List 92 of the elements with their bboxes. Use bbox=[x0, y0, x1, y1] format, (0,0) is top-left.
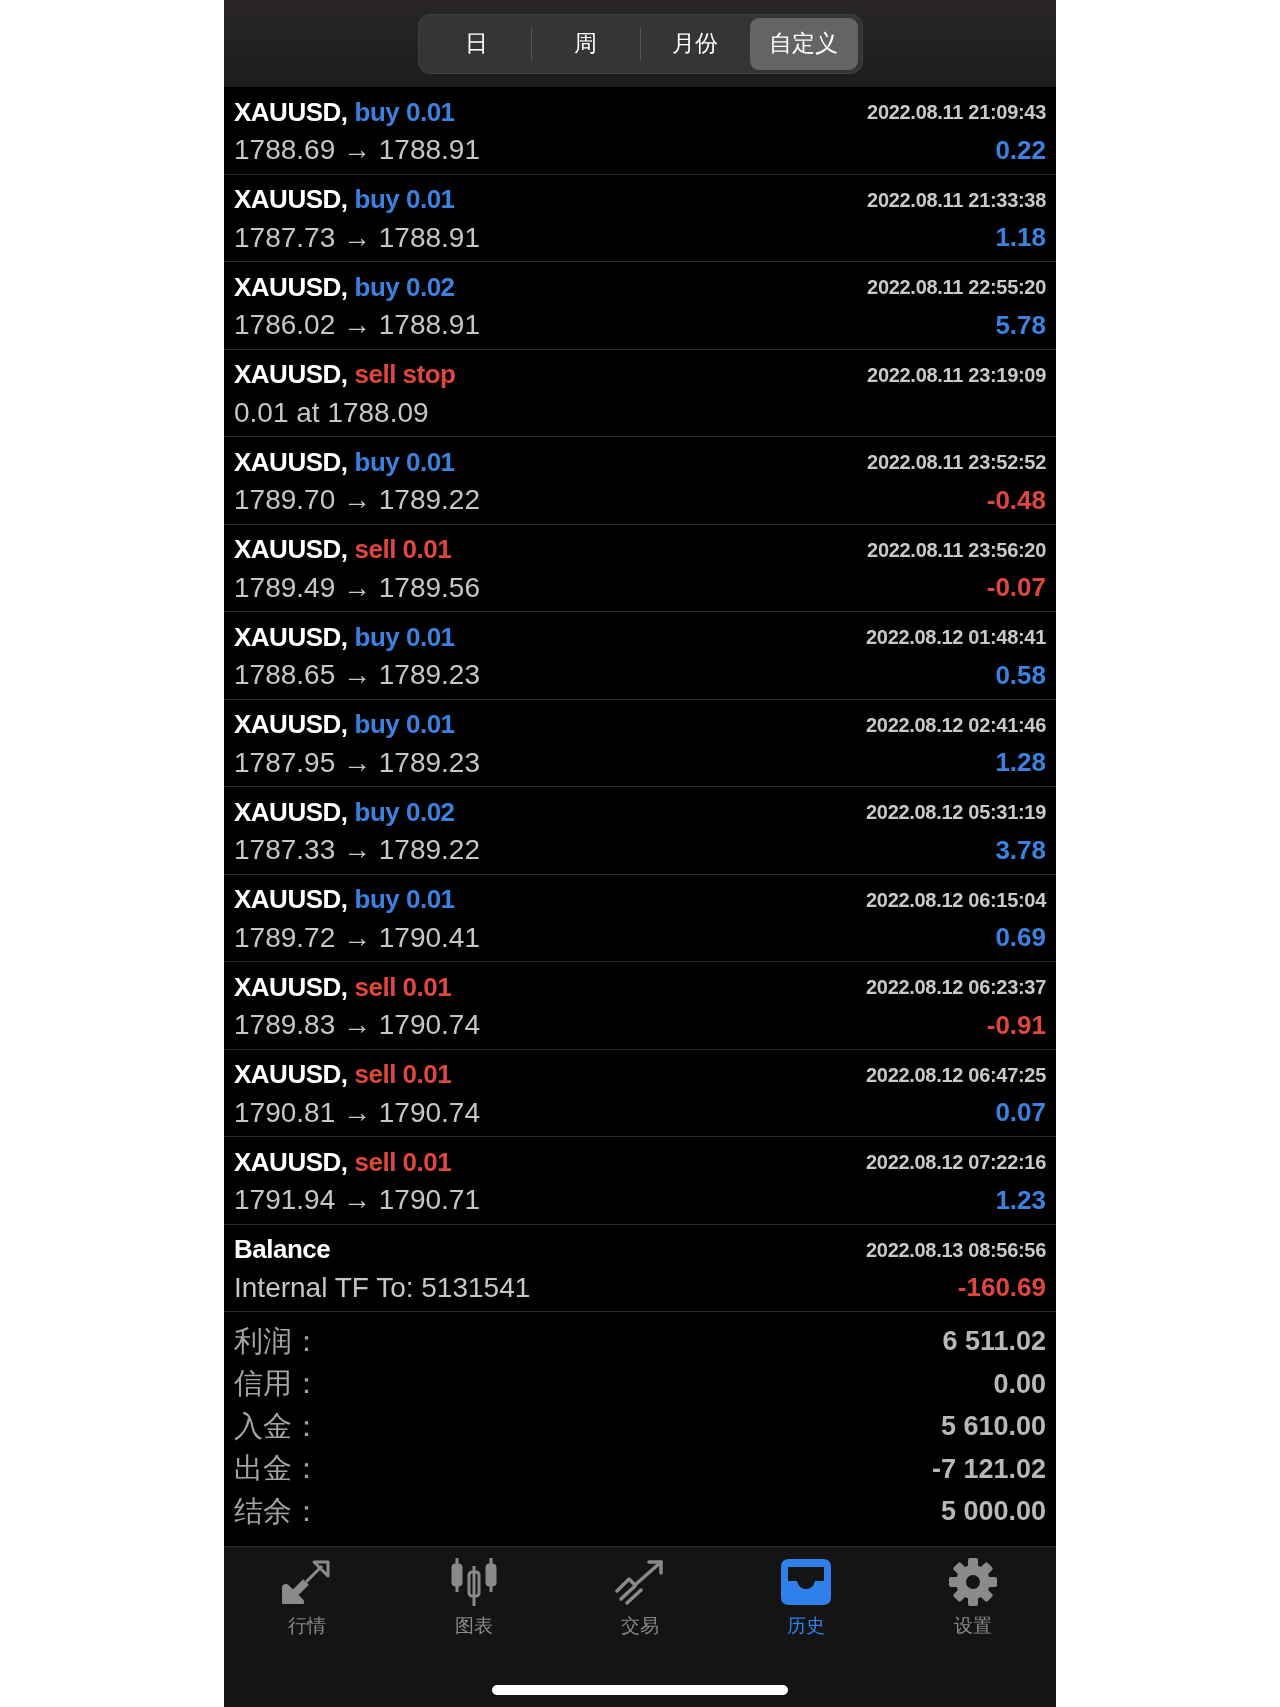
bottom-tab[interactable]: 设置 bbox=[942, 1557, 1003, 1637]
deal-detail: 1789.49 → 1789.56 bbox=[234, 570, 480, 605]
period-tab[interactable]: 自定义 bbox=[749, 17, 858, 70]
summary-label: 入金： bbox=[234, 1408, 321, 1444]
summary-label: 信用： bbox=[234, 1366, 321, 1401]
deal-detail: 1789.72 → 1790.41 bbox=[234, 920, 480, 955]
diagonal-arrows-icon bbox=[282, 1560, 333, 1604]
order-type-label: buy 0.01 bbox=[354, 708, 455, 741]
deal-time: 2022.08.11 22:55:20 bbox=[867, 275, 1046, 300]
deal-detail: 1787.95 → 1789.23 bbox=[234, 745, 480, 780]
summary-value: 5 610.00 bbox=[940, 1410, 1046, 1443]
summary-label: 利润： bbox=[234, 1323, 321, 1359]
bottom-tab[interactable]: 图表 bbox=[442, 1557, 505, 1637]
deal-time: 2022.08.12 02:41:46 bbox=[866, 712, 1046, 738]
balance-title: Balance bbox=[234, 1233, 331, 1266]
deal-detail: 1788.65 → 1789.23 bbox=[234, 658, 480, 692]
deal-detail: 0.01 at 1788.09 bbox=[234, 395, 429, 430]
symbol-label: XAUUSD, bbox=[234, 1145, 348, 1179]
symbol-label: XAUUSD, bbox=[234, 883, 348, 916]
deal-time: 2022.08.12 06:23:37 bbox=[866, 975, 1046, 1000]
order-type-label: buy 0.01 bbox=[354, 183, 455, 216]
order-type-label: sell 0.01 bbox=[354, 1058, 452, 1091]
bottom-tab[interactable]: 行情 bbox=[276, 1557, 339, 1637]
profit-value: 5.78 bbox=[995, 308, 1046, 342]
profit-value: 1.28 bbox=[995, 746, 1046, 779]
deal-time: 2022.08.13 08:56:56 bbox=[866, 1237, 1046, 1263]
symbol-label: XAUUSD, bbox=[234, 795, 348, 829]
deal-detail: Internal TF To: 5131541 bbox=[234, 1270, 531, 1305]
candlestick-icon bbox=[448, 1558, 499, 1606]
profit-value: -0.91 bbox=[986, 1008, 1046, 1042]
profit-value: -0.07 bbox=[986, 571, 1046, 604]
deal-time: 2022.08.11 23:56:20 bbox=[867, 537, 1046, 563]
deal-time: 2022.08.11 23:52:52 bbox=[867, 450, 1046, 475]
profit-value: -160.69 bbox=[957, 1271, 1046, 1304]
deal-detail: 1786.02 → 1788.91 bbox=[234, 308, 480, 342]
symbol-label: XAUUSD, bbox=[234, 358, 348, 391]
deal-time: 2022.08.11 23:19:09 bbox=[867, 362, 1046, 388]
profit-value: 0.58 bbox=[995, 658, 1046, 692]
bottom-tab[interactable]: 历史 bbox=[775, 1557, 838, 1637]
order-type-label: buy 0.01 bbox=[354, 95, 455, 129]
summary-label: 结余： bbox=[234, 1493, 321, 1529]
deal-time: 2022.08.12 07:22:16 bbox=[866, 1150, 1046, 1175]
symbol-label: XAUUSD, bbox=[234, 708, 348, 741]
symbol-label: XAUUSD, bbox=[234, 533, 348, 566]
profit-value: 3.78 bbox=[995, 833, 1046, 867]
order-type-label: sell stop bbox=[354, 358, 456, 391]
profit-value: 0.22 bbox=[995, 133, 1046, 167]
symbol-label: XAUUSD, bbox=[234, 95, 348, 129]
order-type-label: sell 0.01 bbox=[354, 533, 452, 566]
deal-time: 2022.08.12 05:31:19 bbox=[866, 800, 1046, 825]
order-type-label: buy 0.01 bbox=[354, 883, 455, 916]
symbol-label: XAUUSD, bbox=[234, 970, 348, 1004]
deal-detail: 1789.70 → 1789.22 bbox=[234, 483, 480, 517]
deal-detail: 1789.83 → 1790.74 bbox=[234, 1008, 480, 1042]
order-type-label: buy 0.01 bbox=[354, 445, 455, 479]
order-type-label: buy 0.02 bbox=[354, 795, 455, 829]
deal-detail: 1790.81 → 1790.74 bbox=[234, 1095, 480, 1130]
order-type-label: buy 0.01 bbox=[354, 620, 455, 654]
deal-detail: 1787.73 → 1788.91 bbox=[234, 220, 480, 255]
summary-value: -7 121.02 bbox=[931, 1452, 1046, 1486]
symbol-label: XAUUSD, bbox=[234, 270, 348, 304]
deal-detail: 1787.33 → 1789.22 bbox=[234, 833, 480, 867]
order-type-label: buy 0.02 bbox=[354, 270, 455, 304]
deal-time: 2022.08.12 01:48:41 bbox=[866, 625, 1046, 650]
profit-value: 1.23 bbox=[995, 1183, 1046, 1217]
period-tab[interactable]: 月份 bbox=[640, 17, 749, 70]
settings-icon bbox=[948, 1558, 997, 1606]
profit-value: 1.18 bbox=[995, 221, 1046, 254]
period-tab[interactable]: 日 bbox=[422, 17, 531, 70]
bottom-tab[interactable]: 交易 bbox=[609, 1557, 671, 1637]
deal-time: 2022.08.11 21:33:38 bbox=[867, 187, 1046, 213]
summary-value: 5 000.00 bbox=[940, 1495, 1046, 1528]
profit-value: 0.07 bbox=[995, 1096, 1046, 1129]
deal-detail: 1791.94 → 1790.71 bbox=[234, 1183, 480, 1217]
trend-arrow-icon bbox=[615, 1559, 665, 1605]
deal-detail: 1788.69 → 1788.91 bbox=[234, 133, 480, 167]
profit-value: 0.69 bbox=[995, 921, 1046, 954]
summary-value: 0.00 bbox=[993, 1367, 1046, 1401]
summary-label: 出金： bbox=[234, 1451, 321, 1486]
period-tab[interactable]: 周 bbox=[531, 17, 640, 70]
inbox-tray-icon bbox=[781, 1559, 832, 1605]
profit-value: -0.48 bbox=[986, 483, 1046, 517]
symbol-label: XAUUSD, bbox=[234, 445, 348, 479]
symbol-label: XAUUSD, bbox=[234, 620, 348, 654]
symbol-label: XAUUSD, bbox=[234, 183, 348, 216]
deal-time: 2022.08.12 06:47:25 bbox=[866, 1062, 1046, 1088]
deal-time: 2022.08.12 06:15:04 bbox=[866, 887, 1046, 913]
summary-value: 6 511.02 bbox=[942, 1325, 1046, 1358]
order-type-label: sell 0.01 bbox=[354, 970, 452, 1004]
deal-time: 2022.08.11 21:09:43 bbox=[867, 100, 1046, 125]
order-type-label: sell 0.01 bbox=[354, 1145, 452, 1179]
symbol-label: XAUUSD, bbox=[234, 1058, 348, 1091]
